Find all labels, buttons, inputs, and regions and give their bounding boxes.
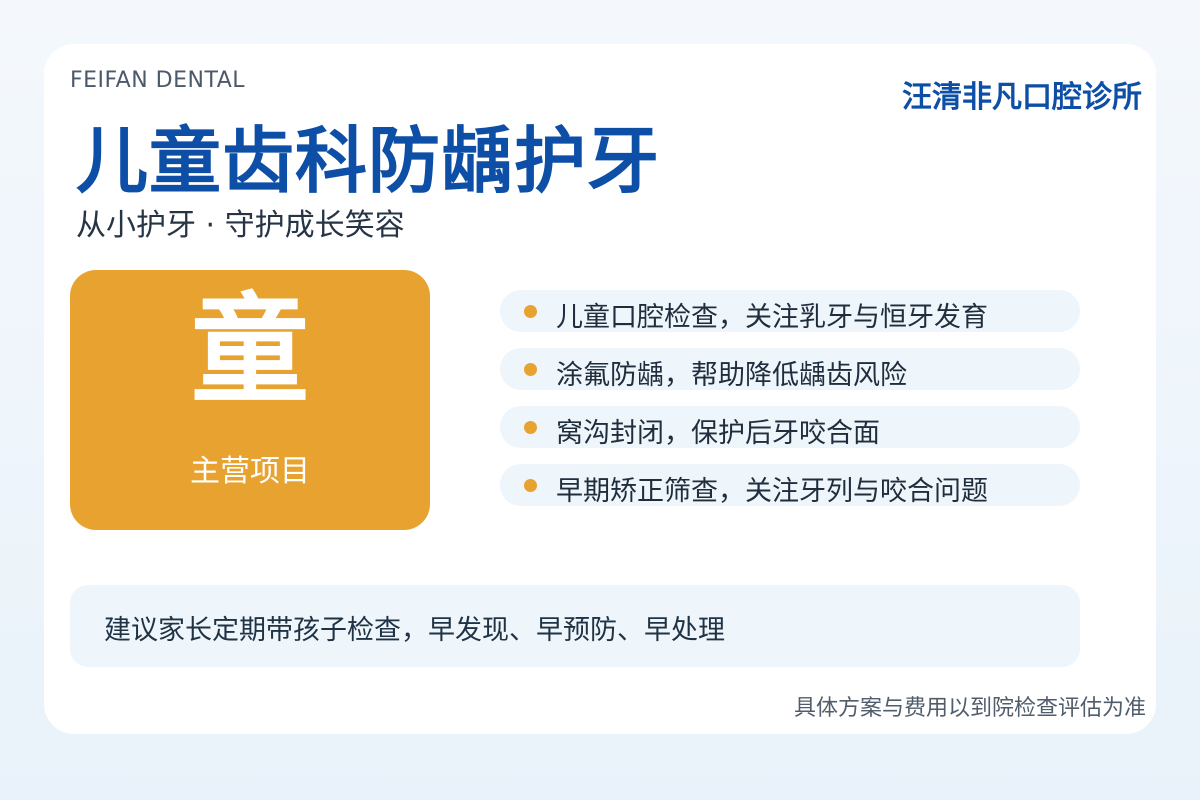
poster-card: FEIFAN DENTAL 汪清非凡口腔诊所 儿童齿科防龋护牙 从小护牙 · 守… (44, 44, 1156, 734)
service-item: 儿童口腔检查，关注乳牙与恒牙发育 (500, 290, 1080, 333)
feature-character: 童 (190, 281, 309, 419)
service-item: 涂氟防龋，帮助降低龋齿风险 (500, 348, 1080, 391)
service-item-text: 儿童口腔检查，关注乳牙与恒牙发育 (556, 302, 988, 333)
bullet-dot-icon (524, 363, 537, 376)
advice-banner: 建议家长定期带孩子检查，早发现、早预防、早处理 (70, 585, 1080, 667)
clinic-name: 汪清非凡口腔诊所 (902, 80, 1142, 115)
page-subtitle: 从小护牙 · 守护成长笑容 (76, 208, 405, 243)
feature-label: 主营项目 (190, 454, 310, 489)
bullet-dot-icon (524, 421, 537, 434)
service-item-text: 涂氟防龋，帮助降低龋齿风险 (556, 360, 907, 391)
page-title: 儿童齿科防龋护牙 (76, 119, 661, 203)
disclaimer-note: 具体方案与费用以到院检查评估为准 (793, 696, 1146, 721)
service-list: 儿童口腔检查，关注乳牙与恒牙发育 涂氟防龋，帮助降低龋齿风险 窝沟封闭，保护后牙… (500, 290, 1080, 522)
service-item: 早期矫正筛查，关注牙列与咬合问题 (500, 464, 1080, 507)
bullet-dot-icon (524, 479, 537, 492)
feature-badge: 童 主营项目 (70, 270, 430, 530)
service-item: 窝沟封闭，保护后牙咬合面 (500, 406, 1080, 449)
advice-text: 建议家长定期带孩子检查，早发现、早预防、早处理 (104, 615, 725, 646)
service-item-text: 窝沟封闭，保护后牙咬合面 (556, 418, 880, 449)
brand-english-name: FEIFAN DENTAL (70, 68, 246, 93)
service-item-text: 早期矫正筛查，关注牙列与咬合问题 (556, 476, 988, 507)
bullet-dot-icon (524, 305, 537, 318)
